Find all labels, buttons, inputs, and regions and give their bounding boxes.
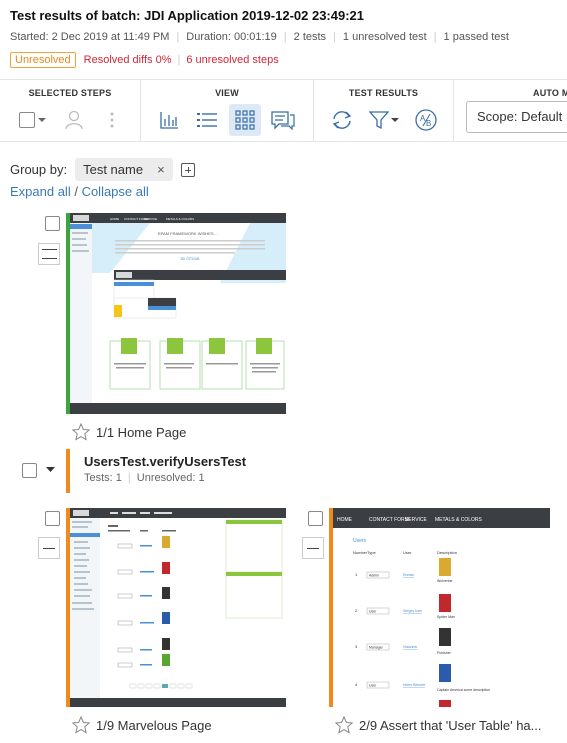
assign-user-icon[interactable] <box>58 104 90 136</box>
group-by-chip-label: Test name <box>83 162 144 177</box>
group-summary: Tests: 1 | Unresolved: 1 <box>84 472 205 484</box>
compare-ab-icon[interactable]: AB <box>410 104 442 136</box>
thumb-nav-4: METALS & COLORS <box>166 217 194 221</box>
thumb-row-desc: Captain America some description <box>437 688 490 692</box>
marvelous-page-screenshot <box>70 508 286 707</box>
scope-select[interactable]: Scope: Default <box>466 101 567 133</box>
started-time: Started: 2 Dec 2019 at 11:49 PM <box>10 31 170 43</box>
thumb-headline: EPAM FRAMEWORK WISHES... <box>158 231 217 236</box>
thumb-nav-3: SERVICE <box>405 517 428 523</box>
refresh-icon[interactable] <box>326 104 358 136</box>
duration: Duration: 00:01:19 <box>186 31 277 43</box>
filter-icon[interactable] <box>364 104 404 136</box>
thumb-nav-3: SERVICE <box>144 217 157 221</box>
list-view-icon[interactable] <box>191 104 223 136</box>
star-icon[interactable] <box>335 716 353 734</box>
step-name: 1/9 Marvelous Page <box>96 717 212 733</box>
passed-tests-count: 1 passed test <box>443 31 509 43</box>
step-caption: 1/9 Marvelous Page <box>72 716 212 734</box>
selected-steps-group: SELECTED STEPS <box>0 80 141 142</box>
status-badge: Unresolved <box>10 52 76 68</box>
step-name: 1/1 Home Page <box>96 424 187 440</box>
add-group-icon[interactable] <box>180 162 195 177</box>
auto-maintenance-label: AUTO M <box>533 88 567 98</box>
grid-view-icon[interactable] <box>229 104 261 136</box>
resolved-diffs: Resolved diffs 0% <box>83 54 172 66</box>
test-results-label: TEST RESULTS <box>348 88 419 98</box>
thumb-col-user: User <box>403 550 412 555</box>
expand-all-link[interactable]: Expand all <box>10 184 71 199</box>
unresolved-tests-count: 1 unresolved test <box>342 31 427 43</box>
star-icon[interactable] <box>72 423 90 441</box>
step-menu-icon[interactable] <box>38 243 60 265</box>
group-unresolved-count: Unresolved: 1 <box>136 472 205 484</box>
thumb-section-title: Users <box>353 538 367 544</box>
step-collapse-icon[interactable] <box>38 537 60 559</box>
batch-meta: Started: 2 Dec 2019 at 11:49 PM | Duration… <box>10 31 509 43</box>
thumb-row-desc: Spider Man <box>437 615 455 619</box>
thumb-row-user: Sergey Ivan <box>403 609 422 613</box>
step-checkbox[interactable] <box>45 216 60 231</box>
group-checkbox[interactable] <box>22 463 37 478</box>
thumb-row-type: Manager <box>369 646 384 650</box>
thumb-col-type: Type <box>367 550 376 555</box>
thumb-row-user: Roman <box>403 573 414 577</box>
group-status-bar <box>66 449 70 493</box>
thumb-row-desc: Punisher <box>437 651 452 655</box>
chevron-down-icon <box>391 118 399 122</box>
step-thumbnail[interactable]: HOME CONTACT FORM SERVICE METALS & COLOR… <box>66 213 286 414</box>
thumb-nav-1: HOME <box>337 517 353 523</box>
user-table-screenshot: HOME CONTACT FORM SERVICE METALS & COLOR… <box>333 508 550 707</box>
group-by-label: Group by: <box>10 162 68 177</box>
step-caption: 2/9 Assert that 'User Table' ha... <box>335 716 542 734</box>
group-by-chip: Test name × <box>75 158 173 181</box>
chevron-down-icon[interactable] <box>46 466 55 473</box>
test-results-group: TEST RESULTS AB <box>314 80 454 142</box>
thumb-row-type: Admin <box>369 574 379 578</box>
expand-collapse-links: Expand all / Collapse all <box>10 184 149 199</box>
step-caption: 1/1 Home Page <box>72 423 186 441</box>
thumb-nav-2: CONTACT FORM <box>369 517 409 523</box>
unresolved-steps: 6 unresolved steps <box>186 54 279 66</box>
select-all-checkbox[interactable] <box>16 104 48 136</box>
comments-view-icon[interactable] <box>267 104 299 136</box>
page-title: Test results of batch: JDI Application 2… <box>10 8 365 23</box>
bar-chart-view-icon[interactable] <box>153 104 185 136</box>
chevron-down-icon <box>37 118 46 122</box>
thumb-row-user: Helen Bennett <box>403 683 425 687</box>
step-collapse-icon[interactable] <box>302 537 324 559</box>
group-title: UsersTest.verifyUsersTest <box>84 454 247 469</box>
batch-status: Unresolved Resolved diffs 0% | 6 unresol… <box>10 52 285 68</box>
thumb-col-number: Number <box>353 550 368 555</box>
thumb-nav-1: HOME <box>110 217 119 221</box>
star-icon[interactable] <box>72 716 90 734</box>
view-group: VIEW <box>141 80 314 142</box>
thumb-row-user: Vladzimir <box>403 645 418 649</box>
step-checkbox[interactable] <box>45 511 60 526</box>
home-page-screenshot: HOME CONTACT FORM SERVICE METALS & COLOR… <box>70 213 286 414</box>
step-name: 2/9 Assert that 'User Table' ha... <box>359 717 542 733</box>
thumb-row-desc: Wolverine <box>437 579 453 583</box>
selected-steps-label: SELECTED STEPS <box>28 88 112 98</box>
collapse-all-link[interactable]: Collapse all <box>82 184 149 199</box>
step-checkbox[interactable] <box>308 511 323 526</box>
step-thumbnail[interactable] <box>66 508 286 707</box>
thumb-row-type: User <box>369 684 377 688</box>
thumb-link: JDI GITHUB <box>180 257 200 261</box>
more-options-icon[interactable] <box>96 104 128 136</box>
thumb-row-type: User <box>369 610 377 614</box>
thumb-col-description: Description <box>437 550 457 555</box>
remove-chip-icon[interactable]: × <box>157 162 165 177</box>
thumb-nav-4: METALS & COLORS <box>435 517 483 523</box>
view-label: VIEW <box>215 88 239 98</box>
group-tests-count: Tests: 1 <box>84 472 122 484</box>
group-by-bar: Group by: Test name × <box>10 158 195 181</box>
step-thumbnail[interactable]: HOME CONTACT FORM SERVICE METALS & COLOR… <box>329 508 550 707</box>
tests-count: 2 tests <box>293 31 327 43</box>
